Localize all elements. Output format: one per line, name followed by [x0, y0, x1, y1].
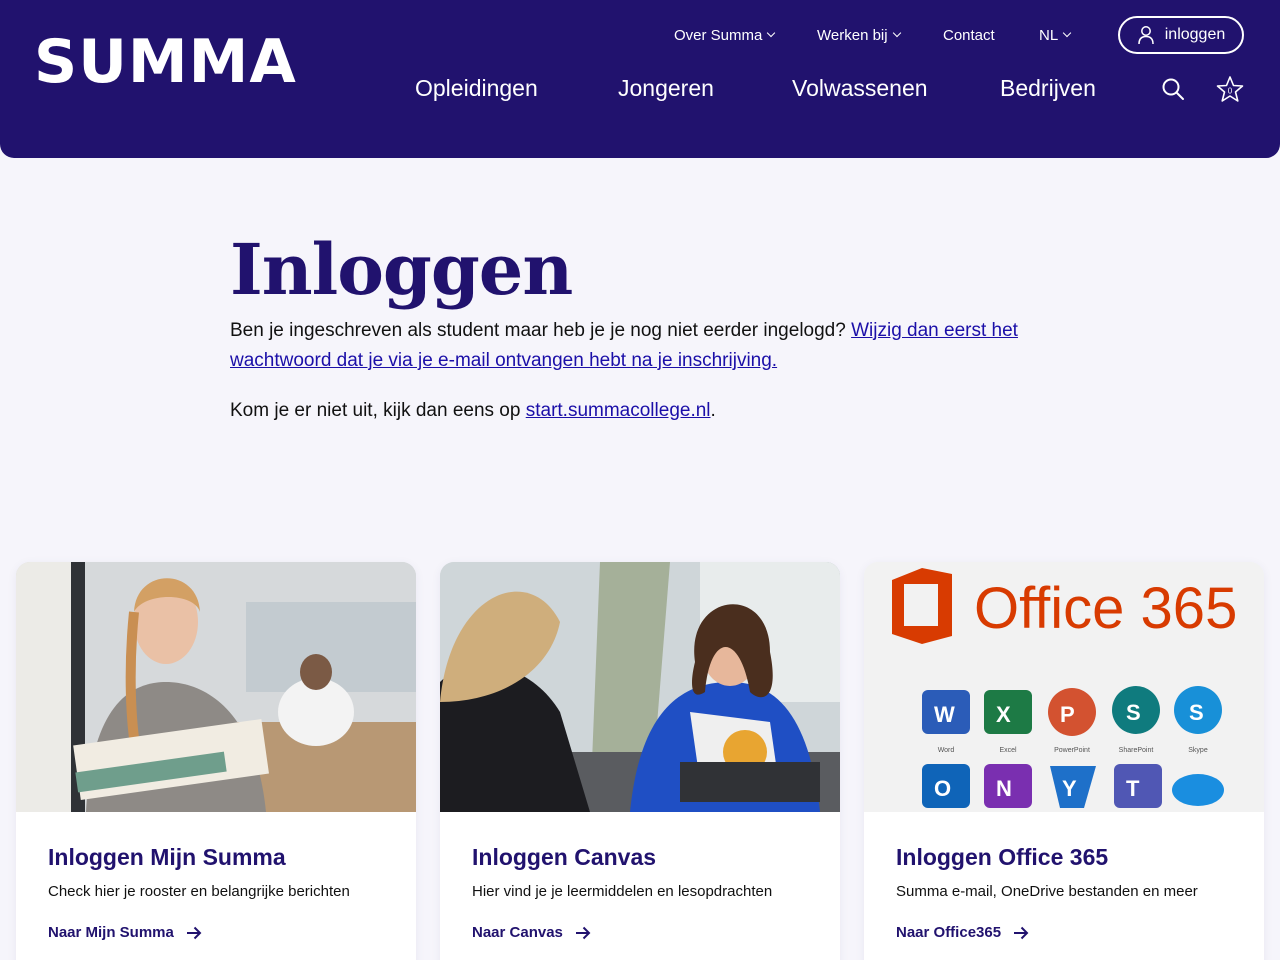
svg-text:SharePoint: SharePoint: [1119, 747, 1154, 754]
login-button[interactable]: inloggen: [1118, 16, 1244, 54]
help-text-end: .: [710, 400, 716, 421]
chevron-down-icon: [767, 28, 776, 38]
topnav-over-summa[interactable]: Over Summa: [674, 24, 776, 46]
chevron-down-icon: [1062, 28, 1072, 38]
card-body: Inloggen Mijn Summa Check hier je rooste…: [16, 812, 416, 960]
site-header: SUMMA Over Summa Werken bij Contact NL i…: [0, 0, 1280, 158]
topnav-werken-bij[interactable]: Werken bij: [817, 24, 901, 46]
onedrive-icon: [1172, 774, 1224, 806]
excel-icon: X: [996, 702, 1011, 727]
favorites-button[interactable]: 0: [1215, 74, 1245, 104]
help-text: Kom je er niet uit, kijk dan eens op: [230, 400, 526, 421]
nav-jongeren[interactable]: Jongeren: [618, 72, 714, 104]
page-title: Inloggen: [230, 228, 573, 311]
intro-text: Ben je ingeschreven als student maar heb…: [230, 320, 852, 341]
students-photo: [440, 562, 840, 812]
card-link-label: Naar Office365: [896, 924, 1002, 941]
star-icon: 0: [1216, 76, 1244, 102]
card-link-mijn-summa[interactable]: Naar Mijn Summa: [48, 924, 384, 941]
card-description: Summa e-mail, OneDrive bestanden en meer: [896, 883, 1198, 900]
user-icon: [1138, 26, 1154, 45]
onenote-icon: N: [996, 776, 1012, 801]
topnav-label: Werken bij: [817, 26, 888, 44]
card-description: Hier vind je je leermiddelen en lesopdra…: [472, 883, 773, 900]
svg-text:Word: Word: [938, 747, 955, 754]
skype-icon: S: [1189, 700, 1204, 725]
svg-text:Excel: Excel: [999, 747, 1017, 754]
chevron-down-icon: [892, 28, 901, 38]
topnav-label: Over Summa: [674, 26, 763, 44]
login-label: inloggen: [1164, 26, 1226, 43]
language-selector[interactable]: NL: [1039, 24, 1072, 46]
topnav-label: Contact: [943, 26, 995, 44]
student-photo: [16, 562, 416, 812]
start-summacollege-link[interactable]: start.summacollege.nl: [526, 400, 711, 421]
office365-image: Office 365 W X P S S Word Excel PowerPoi…: [864, 562, 1264, 812]
card-link-canvas[interactable]: Naar Canvas: [472, 924, 808, 941]
svg-text:PowerPoint: PowerPoint: [1054, 747, 1090, 754]
sharepoint-icon: S: [1126, 700, 1141, 725]
card-description: Check hier je rooster en belangrijke ber…: [48, 883, 350, 900]
outlook-icon: O: [934, 776, 951, 801]
yammer-icon: Y: [1062, 776, 1077, 801]
intro-paragraph: Ben je ingeschreven als student maar heb…: [230, 316, 1030, 376]
summa-logo[interactable]: SUMMA: [34, 30, 297, 94]
arrow-right-icon: [186, 926, 202, 939]
card-link-office365[interactable]: Naar Office365: [896, 924, 1232, 941]
nav-opleidingen[interactable]: Opleidingen: [415, 72, 538, 104]
card-title: Inloggen Canvas: [472, 844, 657, 870]
arrow-right-icon: [1014, 926, 1029, 939]
nav-volwassenen[interactable]: Volwassenen: [792, 72, 928, 104]
card-title: Inloggen Office 365: [896, 844, 1109, 870]
office-heading: Office 365: [974, 576, 1237, 641]
language-label: NL: [1039, 26, 1059, 44]
card-mijn-summa[interactable]: Inloggen Mijn Summa Check hier je rooste…: [16, 562, 416, 960]
favorites-count: 0: [1228, 87, 1233, 96]
word-icon: W: [934, 702, 955, 727]
card-body: Inloggen Canvas Hier vind je je leermidd…: [440, 812, 840, 960]
teams-icon: T: [1126, 776, 1140, 801]
arrow-right-icon: [575, 926, 591, 939]
svg-text:Skype: Skype: [1188, 747, 1208, 754]
card-link-label: Naar Mijn Summa: [48, 924, 174, 941]
card-title: Inloggen Mijn Summa: [48, 844, 286, 870]
card-canvas[interactable]: Inloggen Canvas Hier vind je je leermidd…: [440, 562, 840, 960]
search-icon: [1162, 78, 1184, 100]
powerpoint-icon: P: [1060, 702, 1075, 727]
search-button[interactable]: [1158, 74, 1188, 104]
card-office365[interactable]: Office 365 W X P S S Word Excel PowerPoi…: [864, 562, 1264, 960]
nav-bedrijven[interactable]: Bedrijven: [1000, 72, 1096, 104]
card-link-label: Naar Canvas: [472, 924, 563, 941]
help-paragraph: Kom je er niet uit, kijk dan eens op sta…: [230, 396, 1030, 426]
topnav-contact[interactable]: Contact: [943, 24, 995, 46]
card-body: Inloggen Office 365 Summa e-mail, OneDri…: [864, 812, 1264, 960]
